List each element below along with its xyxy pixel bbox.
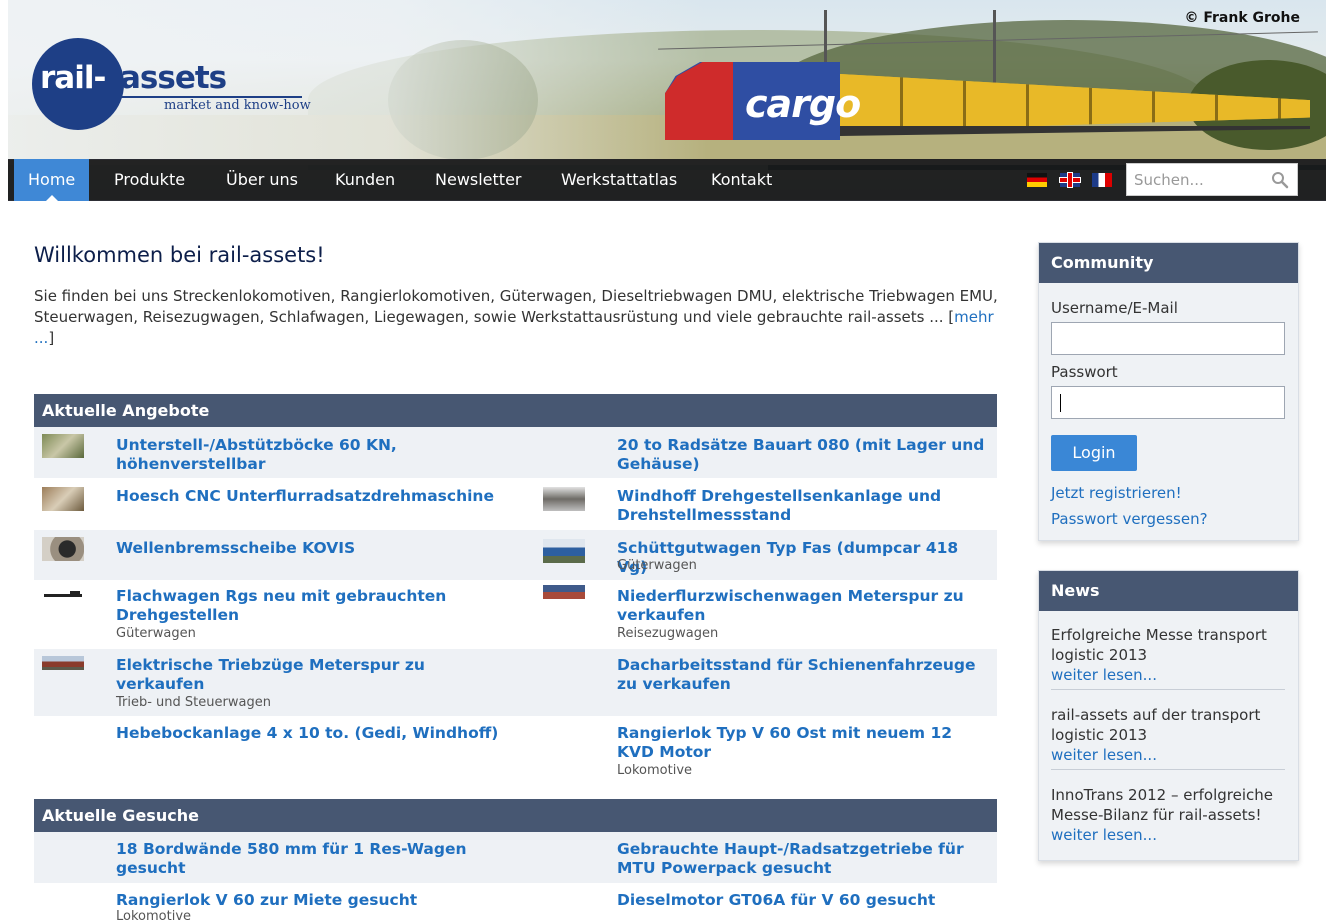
offer-category: Trieb- und Steuerwagen (116, 695, 271, 710)
offer-thumbnail[interactable] (42, 583, 84, 607)
offer-link[interactable]: Hebebockanlage 4 x 10 to. (Gedi, Windhof… (116, 724, 516, 743)
community-box: Community Username/E-Mail Passwort Login… (1038, 242, 1299, 541)
request-link[interactable]: Gebrauchte Haupt-/Radsatzgetriebe für MT… (617, 840, 992, 878)
username-label: Username/E-Mail (1051, 299, 1178, 317)
text-cursor (1060, 394, 1061, 412)
offer-link[interactable]: Dacharbeitsstand für Schienenfahrzeuge z… (617, 656, 992, 694)
train-undercarriage (840, 126, 1310, 136)
nav-item-ueber-uns[interactable]: Über uns (212, 159, 312, 201)
news-box: News Erfolgreiche Messe transport logist… (1038, 570, 1299, 861)
intro-text: Sie finden bei uns Streckenlokomotiven, … (34, 286, 998, 349)
community-heading: Community (1039, 243, 1298, 283)
request-link[interactable]: 18 Bordwände 580 mm für 1 Res-Wagen gesu… (116, 840, 516, 878)
table-row: Rangierlok V 60 zur Miete gesucht Lokomo… (34, 883, 997, 922)
news-text: Erfolgreiche Messe transport logistic 20… (1051, 626, 1267, 664)
english-flag-icon[interactable] (1060, 173, 1080, 187)
request-category: Lokomotive (116, 909, 192, 922)
offer-link[interactable]: Hoesch CNC Unterflurradsatzdrehmaschine (116, 487, 516, 506)
nav-item-kontakt[interactable]: Kontakt (697, 159, 786, 201)
offer-link[interactable]: Elektrische Triebzüge Meterspur zu verka… (116, 656, 516, 694)
news-text: rail-assets auf der transport logistic 2… (1051, 706, 1261, 744)
offer-thumbnail[interactable] (543, 585, 585, 599)
login-button[interactable]: Login (1051, 435, 1137, 471)
table-row: Hoesch CNC Unterflurradsatzdrehmaschine … (34, 478, 997, 530)
german-flag-icon[interactable] (1027, 173, 1047, 187)
nav-item-home[interactable]: Home (14, 159, 90, 202)
offer-link[interactable]: Flachwagen Rgs neu mit gebrauchten Drehg… (116, 587, 516, 625)
train-wagons (840, 74, 1310, 132)
offer-link[interactable]: Unterstell-/Abstützböcke 60 KN, höhenver… (116, 436, 516, 474)
intro-body: Sie finden bei uns Streckenlokomotiven, … (34, 287, 998, 326)
offer-link[interactable]: Wellenbremsscheibe KOVIS (116, 539, 516, 558)
offer-category: Güterwagen (116, 626, 196, 641)
nav-item-kunden[interactable]: Kunden (321, 159, 409, 201)
read-more-link[interactable]: weiter lesen... (1051, 746, 1157, 764)
offer-category: Reisezugwagen (617, 626, 719, 641)
offer-link[interactable]: 20 to Radsätze Bauart 080 (mit Lager und… (617, 436, 992, 474)
locomotive-lettering: cargo (745, 82, 861, 126)
table-row: Elektrische Triebzüge Meterspur zu verka… (34, 649, 997, 716)
news-item: InnoTrans 2012 – erfolgreiche Messe-Bila… (1051, 785, 1287, 845)
offer-thumbnail[interactable] (543, 487, 585, 511)
search-box (1126, 163, 1298, 196)
register-link[interactable]: Jetzt registrieren! (1051, 484, 1182, 502)
news-divider (1051, 689, 1285, 690)
news-item: Erfolgreiche Messe transport logistic 20… (1051, 625, 1287, 685)
password-label: Passwort (1051, 363, 1118, 381)
offer-link[interactable]: Niederflurzwischenwagen Meterspur zu ver… (617, 587, 992, 625)
forgot-password-link[interactable]: Passwort vergessen? (1051, 510, 1208, 528)
nav-item-newsletter[interactable]: Newsletter (421, 159, 536, 201)
page-title: Willkommen bei rail-assets! (34, 243, 325, 267)
flatcar-thumbnail-image (44, 591, 82, 597)
offer-thumbnail[interactable] (543, 539, 585, 563)
news-item: rail-assets auf der transport logistic 2… (1051, 705, 1287, 765)
offer-thumbnail[interactable] (42, 434, 84, 458)
request-link[interactable]: Rangierlok V 60 zur Miete gesucht (116, 891, 516, 910)
train-image: cargo (665, 58, 1310, 144)
news-heading: News (1039, 571, 1298, 611)
logo-text-assets: assets (120, 60, 227, 96)
locomotive-front (665, 62, 733, 140)
offer-thumbnail[interactable] (42, 487, 84, 511)
logo-text-rail: rail- (40, 60, 106, 96)
search-input[interactable] (1127, 164, 1267, 195)
table-row: Hebebockanlage 4 x 10 to. (Gedi, Windhof… (34, 716, 997, 798)
intro-end: ] (48, 329, 55, 347)
nav-item-werkstattatlas[interactable]: Werkstattatlas (547, 159, 691, 201)
offer-link[interactable]: Windhoff Drehgestellsenkanlage und Drehs… (617, 487, 992, 525)
password-field[interactable] (1051, 386, 1285, 419)
request-link[interactable]: Dieselmotor GT06A für V 60 gesucht (617, 891, 992, 910)
username-field[interactable] (1051, 322, 1285, 355)
read-more-link[interactable]: weiter lesen... (1051, 666, 1157, 684)
offer-category: Lokomotive (617, 763, 693, 778)
french-flag-icon[interactable] (1092, 173, 1112, 187)
requests-heading: Aktuelle Gesuche (34, 799, 997, 832)
offer-category: Güterwagen (617, 558, 697, 573)
table-row: Wellenbremsscheibe KOVIS Schüttgutwagen … (34, 530, 997, 580)
offer-thumbnail[interactable] (42, 537, 84, 561)
read-more-link[interactable]: weiter lesen... (1051, 826, 1157, 844)
table-row: Unterstell-/Abstützböcke 60 KN, höhenver… (34, 427, 997, 478)
nav-item-produkte[interactable]: Produkte (100, 159, 199, 201)
logo-tagline: market and know-how (164, 98, 311, 113)
offer-thumbnail[interactable] (42, 656, 84, 670)
news-divider (1051, 769, 1285, 770)
photo-copyright: © Frank Grohe (1184, 10, 1300, 26)
offers-heading: Aktuelle Angebote (34, 394, 997, 427)
search-icon[interactable] (1271, 171, 1289, 189)
news-text: InnoTrans 2012 – erfolgreiche Messe-Bila… (1051, 786, 1273, 824)
table-row: 18 Bordwände 580 mm für 1 Res-Wagen gesu… (34, 832, 997, 883)
offer-link[interactable]: Rangierlok Typ V 60 Ost mit neuem 12 KVD… (617, 724, 992, 762)
table-row: Flachwagen Rgs neu mit gebrauchten Drehg… (34, 580, 997, 649)
